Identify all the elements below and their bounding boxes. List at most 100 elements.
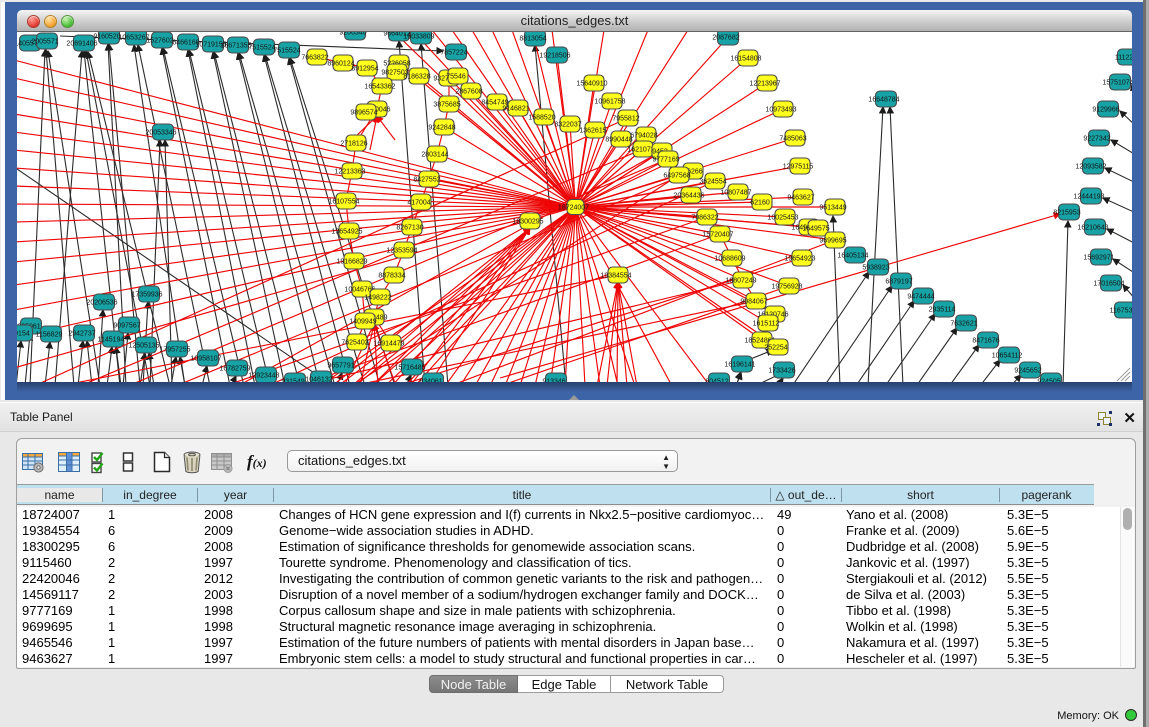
svg-text:9474444: 9474444 <box>907 294 934 301</box>
svg-text:1362615: 1362615 <box>579 128 606 135</box>
svg-text:6879197: 6879197 <box>885 279 912 286</box>
svg-text:19218506: 19218506 <box>539 53 570 60</box>
svg-text:6497568: 6497568 <box>663 173 690 180</box>
svg-text:16154808: 16154808 <box>730 56 761 63</box>
svg-text:9146821: 9146821 <box>502 106 529 113</box>
svg-text:19384554: 19384554 <box>600 273 631 280</box>
svg-text:9242848: 9242848 <box>428 125 455 132</box>
svg-text:9129966: 9129966 <box>1092 107 1119 114</box>
svg-text:10807487: 10807487 <box>720 190 751 197</box>
svg-text:16196141: 16196141 <box>724 362 755 369</box>
svg-text:20364436: 20364436 <box>673 193 704 200</box>
svg-text:7857224: 7857224 <box>440 50 467 57</box>
svg-text:8215953: 8215953 <box>1053 210 1080 217</box>
svg-text:12213967: 12213967 <box>749 81 780 88</box>
svg-text:16914479: 16914479 <box>373 341 404 348</box>
svg-text:16210643: 16210643 <box>1077 225 1108 232</box>
svg-text:20691406: 20691406 <box>66 41 97 48</box>
svg-text:16107554: 16107554 <box>328 199 359 206</box>
svg-text:18300295: 18300295 <box>512 219 543 226</box>
svg-text:9160520: 9160520 <box>93 34 120 41</box>
svg-text:1733426: 1733426 <box>768 368 795 375</box>
svg-text:2005571: 2005571 <box>31 39 58 46</box>
svg-text:1409949: 1409949 <box>349 319 376 326</box>
svg-text:1145194: 1145194 <box>98 337 125 344</box>
svg-text:16033809: 16033809 <box>403 34 434 41</box>
svg-text:9896574: 9896574 <box>350 110 377 117</box>
svg-text:8912954: 8912954 <box>351 66 378 73</box>
svg-text:3624554: 3624554 <box>699 179 726 186</box>
svg-text:17016504: 17016504 <box>1093 281 1124 288</box>
svg-text:7632621: 7632621 <box>950 321 977 328</box>
svg-text:2087682: 2087682 <box>712 35 739 42</box>
svg-text:8471676: 8471676 <box>972 338 999 345</box>
svg-text:1649575: 1649575 <box>802 226 829 233</box>
svg-text:2867608: 2867608 <box>455 89 482 96</box>
svg-text:9463627: 9463627 <box>787 195 814 202</box>
svg-text:1615112: 1615112 <box>753 321 780 328</box>
svg-text:10654112: 10654112 <box>992 353 1023 360</box>
svg-text:9227342: 9227342 <box>1083 136 1110 143</box>
svg-text:5938923: 5938923 <box>862 265 889 272</box>
svg-text:16671355: 16671355 <box>220 43 251 50</box>
svg-text:9097567: 9097567 <box>113 323 140 330</box>
svg-text:6794028: 6794028 <box>630 133 657 140</box>
svg-text:20206536: 20206536 <box>86 300 117 307</box>
svg-text:1156829: 1156829 <box>36 332 63 339</box>
svg-text:7515524: 7515524 <box>273 48 300 55</box>
svg-text:15720407: 15720407 <box>702 232 733 239</box>
svg-text:15640910: 15640910 <box>576 81 607 88</box>
svg-text:12213363: 12213363 <box>334 169 365 176</box>
svg-text:8813054: 8813054 <box>519 36 546 43</box>
svg-text:20053346: 20053346 <box>145 130 176 137</box>
svg-text:2942737: 2942737 <box>68 331 95 338</box>
svg-text:8267130: 8267130 <box>396 225 423 232</box>
svg-text:2718126: 2718126 <box>340 141 367 148</box>
svg-text:15692971: 15692971 <box>1083 255 1114 262</box>
svg-text:62160: 62160 <box>750 200 770 207</box>
svg-text:12353594: 12353594 <box>386 248 417 255</box>
svg-text:7515524: 7515524 <box>248 45 275 52</box>
svg-text:2935114: 2935114 <box>929 307 956 314</box>
svg-text:19756928: 19756928 <box>771 284 802 291</box>
svg-text:7955812: 7955812 <box>612 116 639 123</box>
svg-text:1498222: 1498222 <box>364 295 391 302</box>
svg-text:17359936: 17359936 <box>131 292 162 299</box>
svg-text:19654923: 19654923 <box>784 256 815 263</box>
svg-text:10688609: 10688609 <box>714 256 745 263</box>
svg-text:75546: 75546 <box>446 74 466 81</box>
svg-text:1588520: 1588520 <box>528 115 555 122</box>
svg-text:7485063: 7485063 <box>779 136 806 143</box>
svg-text:15751074: 15751074 <box>1102 80 1132 87</box>
svg-text:10973493: 10973493 <box>765 107 796 114</box>
svg-text:12505135: 12505135 <box>128 343 159 350</box>
svg-text:10958107: 10958107 <box>190 356 221 363</box>
svg-text:8322037: 8322037 <box>554 122 581 129</box>
svg-text:111225: 111225 <box>1115 55 1132 62</box>
svg-text:9245652: 9245652 <box>1014 368 1041 375</box>
svg-text:1621072: 1621072 <box>627 147 654 154</box>
svg-text:9084067: 9084067 <box>740 299 767 306</box>
svg-text:18724007: 18724007 <box>558 205 589 212</box>
svg-text:16405134: 16405134 <box>837 253 868 260</box>
svg-text:7663822: 7663822 <box>301 55 328 62</box>
svg-text:16648784: 16648784 <box>868 97 899 104</box>
svg-text:18807249: 18807249 <box>725 278 756 285</box>
svg-text:417004: 417004 <box>407 200 430 207</box>
svg-text:252254: 252254 <box>764 345 787 352</box>
svg-text:12093582: 12093582 <box>1075 164 1106 171</box>
svg-text:9657791: 9657791 <box>327 363 354 370</box>
svg-text:8990448: 8990448 <box>605 137 632 144</box>
svg-text:7625402: 7625402 <box>341 340 368 347</box>
svg-text:10961758: 10961758 <box>594 99 625 106</box>
svg-text:1527602: 1527602 <box>146 38 173 45</box>
svg-text:8186328: 8186328 <box>403 74 430 81</box>
svg-text:7986322: 7986322 <box>691 215 718 222</box>
svg-text:2803144: 2803144 <box>421 152 448 159</box>
svg-text:3875685: 3875685 <box>433 102 460 109</box>
svg-text:17957255: 17957255 <box>159 347 190 354</box>
svg-text:19166829: 19166829 <box>336 259 367 266</box>
svg-text:12923448: 12923448 <box>248 373 279 380</box>
svg-text:9513449: 9513449 <box>819 205 846 212</box>
svg-text:12975115: 12975115 <box>783 164 814 171</box>
